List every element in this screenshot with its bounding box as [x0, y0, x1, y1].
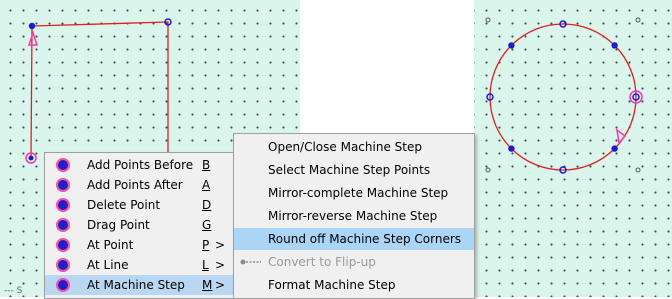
- path-point[interactable]: [28, 22, 36, 30]
- submenu-item-select-machine-step-points[interactable]: Select Machine Step Points: [234, 159, 474, 181]
- selected-point[interactable]: [28, 155, 34, 161]
- corner-marker: [485, 167, 491, 173]
- submenu-item-format-machine-step[interactable]: Format Machine Step: [234, 274, 474, 296]
- corner-marker: [635, 17, 641, 23]
- circle-point[interactable]: [611, 145, 618, 152]
- submenu-item-label: Open/Close Machine Step: [268, 140, 422, 154]
- flip-up-icon: [240, 259, 261, 265]
- point-bullet-icon: [58, 220, 68, 230]
- shortcut-key: M: [202, 278, 213, 292]
- point-bullet-icon: [58, 260, 68, 270]
- shortcut-key: D: [202, 198, 212, 212]
- menu-item-label: Delete Point: [87, 198, 161, 212]
- menu-item-at-line[interactable]: At Line L >: [45, 255, 233, 275]
- menu-item-label: Drag Point: [87, 218, 150, 232]
- circle-point[interactable]: [508, 42, 515, 49]
- point-bullet-icon: [58, 180, 68, 190]
- circle-points: [486, 20, 640, 174]
- right-shape-layer: [485, 17, 643, 174]
- circle-point[interactable]: [611, 42, 618, 49]
- menu-item-at-point[interactable]: At Point P >: [45, 235, 233, 255]
- circle-point[interactable]: [508, 145, 515, 152]
- menu-item-delete-point[interactable]: Delete Point D: [45, 195, 233, 215]
- submenu-item-label: Mirror-complete Machine Step: [268, 186, 449, 200]
- submenu-item-label: Convert to Flip-up: [268, 255, 376, 269]
- submenu-item-mirror-complete-machine-step[interactable]: Mirror-complete Machine Step: [234, 182, 474, 204]
- submenu-item-round-off-machine-step-corners[interactable]: Round off Machine Step Corners: [234, 228, 474, 250]
- menu-item-label: At Machine Step: [87, 278, 185, 292]
- context-menu: Add Points Before B Add Points After A Delet…: [44, 152, 234, 299]
- menu-item-drag-point[interactable]: Drag Point G: [45, 215, 233, 235]
- menu-item-label: Add Points After: [87, 178, 183, 192]
- submenu-item-open-close-machine-step[interactable]: Open/Close Machine Step: [234, 136, 474, 158]
- submenu-item-label: Format Machine Step: [268, 278, 396, 292]
- point-bullet-icon: [58, 200, 68, 210]
- machine-step-submenu: Open/Close Machine Step Select Machine St…: [233, 133, 475, 299]
- menu-item-add-points-before[interactable]: Add Points Before B: [45, 155, 233, 175]
- submenu-item-mirror-reverse-machine-step[interactable]: Mirror-reverse Machine Step: [234, 205, 474, 227]
- shortcut-key: L: [202, 258, 209, 272]
- submenu-item-label: Select Machine Step Points: [268, 163, 431, 177]
- corner-marker: [485, 17, 491, 23]
- point-bullet-icon: [58, 240, 68, 250]
- shortcut-key: G: [202, 218, 212, 232]
- corner-marker: [635, 167, 641, 173]
- square-left-edge[interactable]: [30, 25, 33, 159]
- shortcut-key: B: [202, 158, 211, 172]
- status-fragment: --- S: [4, 286, 23, 296]
- shortcut-key: P: [202, 238, 210, 252]
- menu-item-at-machine-step[interactable]: At Machine Step M >: [45, 275, 233, 295]
- submenu-item-label: Mirror-reverse Machine Step: [268, 209, 438, 223]
- submenu-arrow-icon: >: [215, 238, 226, 252]
- menu-item-label: At Line: [87, 258, 129, 272]
- menu-item-add-points-after[interactable]: Add Points After A: [45, 175, 233, 195]
- point-bullet-icon: [58, 160, 68, 170]
- submenu-item-convert-to-flip-up: Convert to Flip-up: [234, 251, 474, 273]
- submenu-arrow-icon: >: [215, 278, 226, 292]
- menu-item-label: Add Points Before: [87, 158, 194, 172]
- point-bullet-icon: [58, 280, 68, 290]
- submenu-item-label: Round off Machine Step Corners: [268, 232, 462, 246]
- shortcut-key: A: [202, 178, 211, 192]
- right-design-canvas[interactable]: [474, 0, 672, 297]
- menu-item-label: At Point: [87, 238, 134, 252]
- submenu-arrow-icon: >: [215, 258, 226, 272]
- start-arrow-icon: [27, 30, 39, 46]
- direction-arrow-icon: [615, 128, 627, 145]
- square-path[interactable]: [31, 21, 169, 152]
